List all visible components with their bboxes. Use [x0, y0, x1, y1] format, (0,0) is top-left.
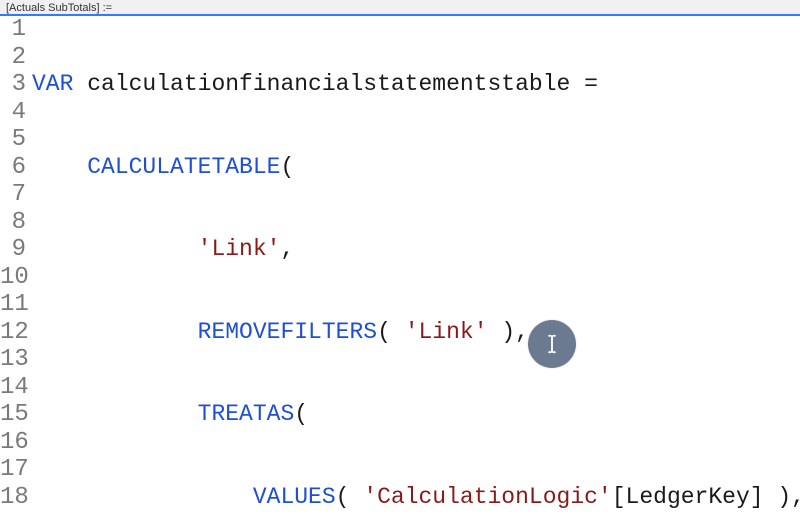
line-number: 14 [0, 374, 26, 402]
code-line[interactable]: VAR calculationfinancialstatementstable … [32, 71, 800, 99]
code-editor[interactable]: 1 2 3 4 5 6 7 8 9 10 11 12 13 14 15 16 1… [0, 16, 800, 519]
function-removefilters: REMOVEFILTERS [198, 319, 377, 345]
line-number: 12 [0, 319, 26, 347]
table-literal: 'Link' [405, 319, 488, 345]
code-line[interactable]: TREATAS( [32, 401, 800, 429]
line-number: 3 [0, 71, 26, 99]
line-number: 2 [0, 44, 26, 72]
line-number: 10 [0, 264, 26, 292]
line-number: 13 [0, 346, 26, 374]
line-number: 7 [0, 181, 26, 209]
table-literal: 'Link' [198, 236, 281, 262]
text-cursor-annotation-icon [528, 320, 576, 368]
code-line[interactable]: REMOVEFILTERS( 'Link' ), [32, 319, 800, 347]
function-values: VALUES [253, 484, 336, 510]
line-number: 5 [0, 126, 26, 154]
title-bar: [Actuals SubTotals] := [0, 0, 800, 16]
code-line[interactable]: VALUES( 'CalculationLogic'[LedgerKey] ), [32, 484, 800, 512]
line-number: 16 [0, 429, 26, 457]
line-number: 9 [0, 236, 26, 264]
line-number: 8 [0, 209, 26, 237]
operator-eq: = [584, 71, 598, 97]
line-number: 18 [0, 484, 26, 512]
line-number: 17 [0, 456, 26, 484]
line-gutter: 1 2 3 4 5 6 7 8 9 10 11 12 13 14 15 16 1… [0, 16, 32, 519]
function-treatas: TREATAS [198, 401, 295, 427]
code-line[interactable]: 'Link', [32, 236, 800, 264]
keyword-var: VAR [32, 71, 73, 97]
function-calculatetable: CALCULATETABLE [87, 154, 280, 180]
identifier: calculationfinancialstatementstable [73, 71, 584, 97]
table-literal: 'CalculationLogic' [363, 484, 611, 510]
code-line[interactable]: CALCULATETABLE( [32, 154, 800, 182]
line-number: 6 [0, 154, 26, 182]
title-bar-text: [Actuals SubTotals] := [6, 2, 112, 14]
line-number: 11 [0, 291, 26, 319]
code-area[interactable]: VAR calculationfinancialstatementstable … [32, 16, 800, 519]
column-ref: [LedgerKey] [612, 484, 764, 510]
line-number: 4 [0, 99, 26, 127]
line-number: 15 [0, 401, 26, 429]
line-number: 1 [0, 16, 26, 44]
